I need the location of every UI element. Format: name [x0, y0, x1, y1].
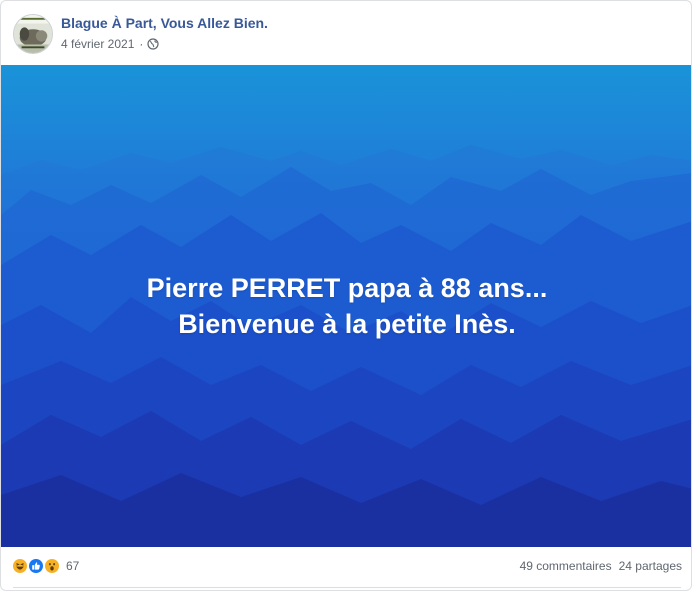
post-image[interactable]: Pierre PERRET papa à 88 ans... Bienvenue… [1, 65, 691, 547]
post-card: Blague À Part, Vous Allez Bien. 4 févrie… [0, 0, 692, 591]
avatar-image [14, 15, 52, 53]
post-header: Blague À Part, Vous Allez Bien. 4 févrie… [1, 1, 691, 65]
reaction-count: 67 [66, 559, 80, 573]
reactions-bar: 67 49 commentaires 24 partages [1, 547, 691, 587]
image-text-line-1: Pierre PERRET papa à 88 ans... [146, 273, 548, 303]
engagement-counts: 49 commentaires 24 partages [520, 559, 682, 573]
post-date[interactable]: 4 février 2021 [61, 37, 134, 51]
globe-icon[interactable] [147, 38, 159, 50]
wow-icon [43, 557, 61, 575]
comments-count-link[interactable]: 49 commentaires [520, 559, 612, 573]
page-avatar[interactable] [13, 14, 53, 54]
page-name-link[interactable]: Blague À Part, Vous Allez Bien. [61, 15, 268, 31]
image-caption: Pierre PERRET papa à 88 ans... Bienvenue… [1, 65, 691, 547]
footer-divider [13, 587, 681, 588]
meta-separator: · [139, 37, 144, 51]
image-text-line-2: Bienvenue à la petite Inès. [178, 309, 516, 339]
reactions-summary[interactable]: 67 [11, 557, 79, 575]
shares-count-link[interactable]: 24 partages [619, 559, 682, 573]
post-meta: 4 février 2021 · [61, 37, 159, 51]
